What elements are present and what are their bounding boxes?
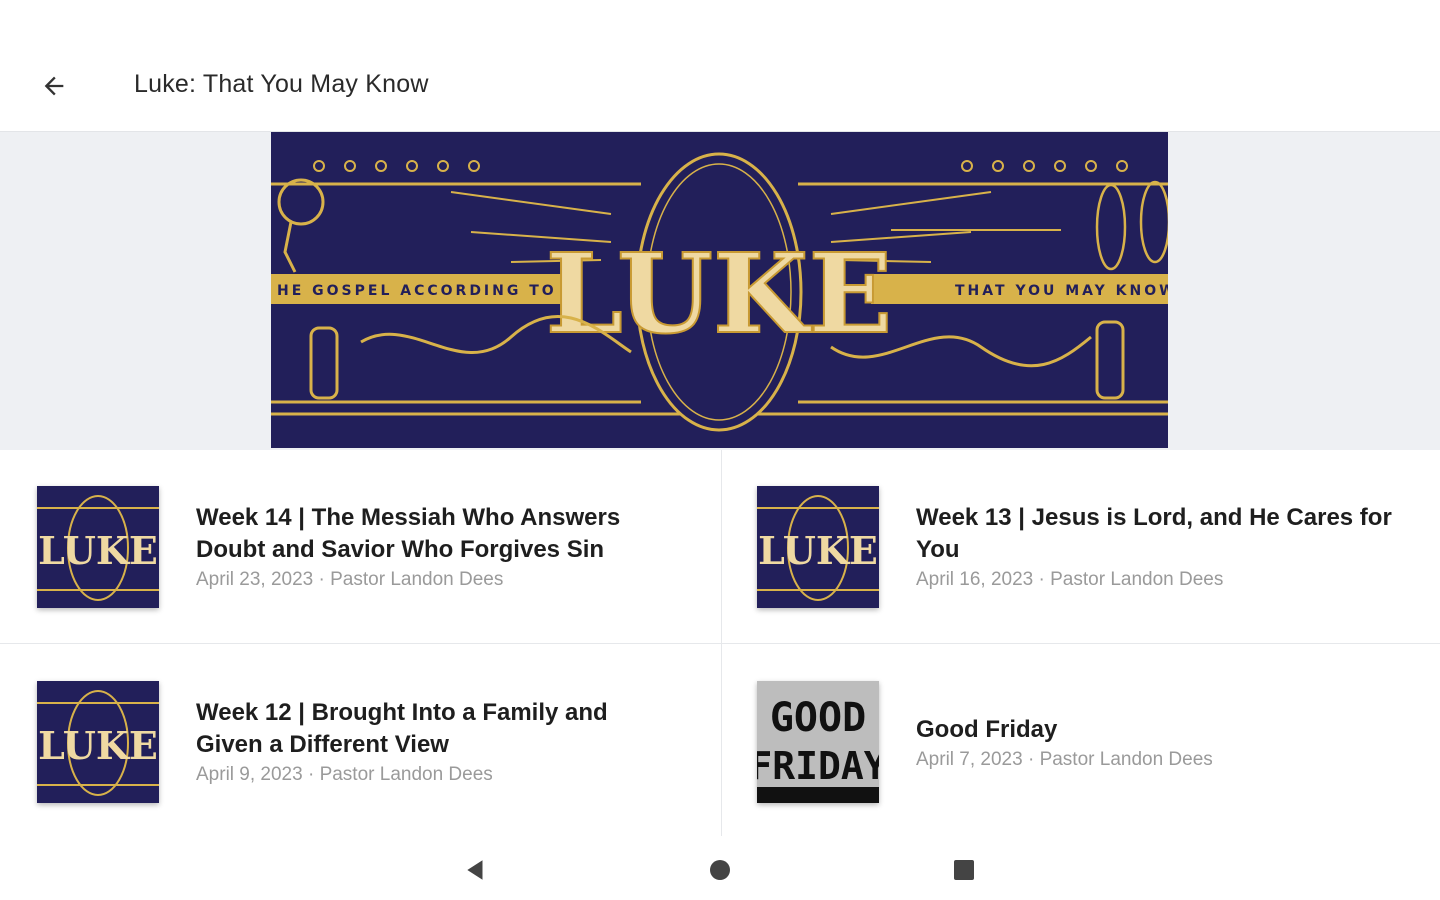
sermon-title: Week 12 | Brought Into a Family and Give…	[196, 699, 608, 758]
sermon-thumbnail: GOOD FRIDAY	[757, 681, 879, 803]
svg-text:FRIDAY: FRIDAY	[757, 744, 879, 788]
sermon-title: Week 14 | The Messiah Who Answers Doubt …	[196, 504, 621, 563]
system-back-button[interactable]	[456, 850, 496, 890]
arrow-left-icon	[44, 76, 64, 96]
sermon-card[interactable]: LUKE Week 12 | Brought Into a Family and…	[0, 644, 720, 837]
page-title: Luke: That You May Know	[134, 70, 429, 98]
series-banner-image: HE GOSPEL ACCORDING TO THAT YOU MAY KNOW…	[271, 132, 1168, 448]
svg-text:LUKE: LUKE	[38, 723, 158, 768]
sermon-meta: April 23, 2023 · Pastor Landon Dees	[196, 569, 504, 590]
sermon-title: Week 13 | Jesus is Lord, and He Cares fo…	[916, 504, 1392, 563]
sermon-meta: April 16, 2023 · Pastor Landon Dees	[916, 569, 1224, 590]
sermon-meta: April 7, 2023 · Pastor Landon Dees	[916, 749, 1213, 770]
svg-text:LUKE: LUKE	[758, 528, 878, 573]
square-recents-icon	[954, 860, 974, 880]
sermon-title: Good Friday	[916, 716, 1058, 743]
app-bar: Luke: That You May Know	[0, 0, 1440, 132]
back-button[interactable]	[30, 62, 78, 110]
sermon-card[interactable]: LUKE Week 14 | The Messiah Who Answers D…	[0, 450, 720, 643]
triangle-back-icon	[467, 860, 483, 880]
sermon-card[interactable]: LUKE Week 13 | Jesus is Lord, and He Car…	[720, 450, 1440, 643]
system-home-button[interactable]	[700, 850, 740, 890]
svg-text:THAT YOU MAY KNOW: THAT YOU MAY KNOW	[955, 283, 1168, 299]
sermon-grid: LUKE Week 14 | The Messiah Who Answers D…	[0, 450, 1440, 840]
system-recents-button[interactable]	[944, 850, 984, 890]
svg-text:LUKE: LUKE	[38, 528, 158, 573]
circle-home-icon	[710, 860, 730, 880]
sermon-thumbnail: LUKE	[37, 486, 159, 608]
svg-text:HE GOSPEL ACCORDING TO: HE GOSPEL ACCORDING TO	[277, 283, 557, 299]
system-nav-bar	[0, 836, 1440, 900]
svg-text:GOOD: GOOD	[770, 695, 866, 741]
sermon-thumbnail: LUKE	[37, 681, 159, 803]
sermon-card[interactable]: GOOD FRIDAY Good Friday April 7, 2023 · …	[720, 644, 1440, 837]
svg-text:LUKE: LUKE	[546, 229, 893, 358]
sermon-thumbnail: LUKE	[757, 486, 879, 608]
sermon-meta: April 9, 2023 · Pastor Landon Dees	[196, 764, 493, 785]
banner-area: HE GOSPEL ACCORDING TO THAT YOU MAY KNOW…	[0, 132, 1440, 450]
